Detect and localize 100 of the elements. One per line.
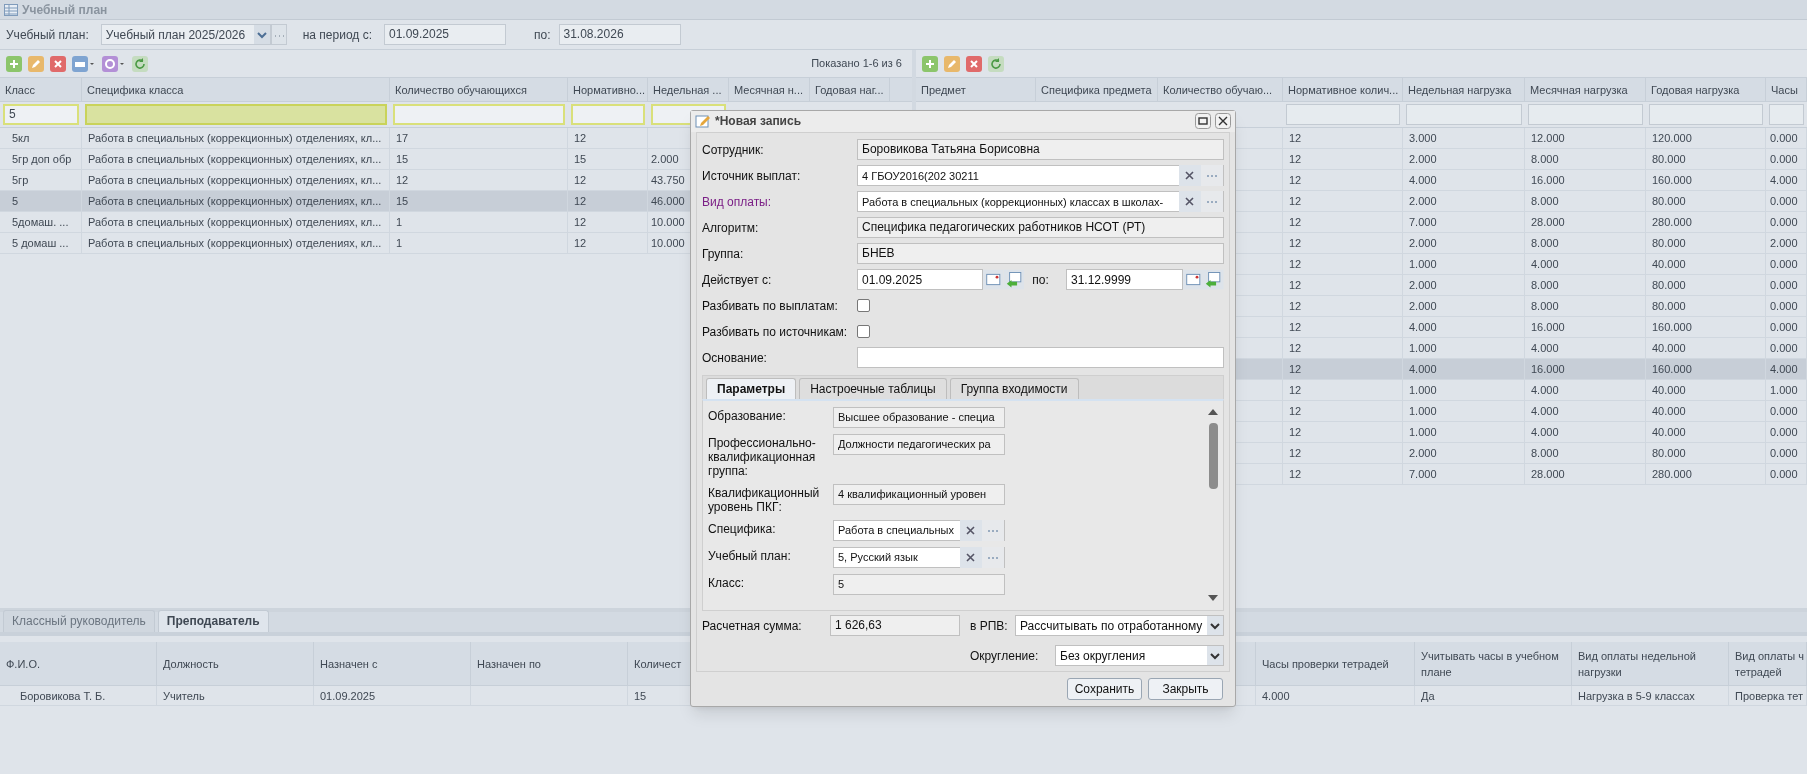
input-field[interactable]: 5, Русский язык [833,546,1005,568]
input-field: Должности педагогических ра [833,433,1005,455]
input-field[interactable] [857,347,1224,369]
dialog-button[interactable]: Сохранить [1067,677,1142,700]
date-field[interactable]: 01.09.2025 [384,24,506,45]
tab[interactable]: Настроечные таблицы [799,377,947,399]
table-cell: 12 [1289,132,1302,144]
input-field[interactable]: 01.09.2025 [857,269,984,291]
column-header[interactable]: Нормативное колич... [1283,78,1403,101]
column-header[interactable]: Нормативно... [568,78,648,101]
reset-date-icon[interactable] [1003,269,1025,291]
add-icon[interactable] [922,55,938,72]
tab[interactable]: Преподаватель [157,610,269,632]
column-header[interactable]: Недельная нагрузка [1403,78,1525,101]
table-cell: 2.000 [1409,279,1437,291]
input-field[interactable]: 31.12.9999 [1065,269,1183,291]
table-cell: 4.000 [1531,405,1559,417]
filter-field[interactable] [1528,104,1643,125]
field-label: Разбивать по источникам: [702,323,849,341]
column-header[interactable]: Количест [634,655,682,672]
clear-icon[interactable] [960,519,982,541]
filter-field[interactable] [1769,104,1804,125]
column-header[interactable]: Назначен с [320,655,378,672]
input-field[interactable]: Работа в специальных [833,519,1005,541]
filter-field[interactable] [1649,104,1763,125]
rpv-combo[interactable]: Рассчитывать по отработанному [1015,615,1224,637]
maximize-icon[interactable] [1195,113,1211,130]
column-header[interactable]: Количество обучаю... [1158,78,1283,101]
close-icon[interactable] [1215,113,1231,130]
reset-date-icon[interactable] [1203,269,1224,291]
checkbox[interactable] [857,325,870,339]
checkbox[interactable] [857,299,870,313]
pencil-icon[interactable] [28,55,44,72]
table-cell: 120.000 [1652,132,1692,144]
table-cell: 1.000 [1409,384,1437,396]
table-cell: 160.000 [1652,363,1692,375]
filter-field[interactable] [571,104,645,125]
table-cell: 12 [574,174,587,186]
tab[interactable]: Параметры [706,377,797,399]
table-cell: 12 [574,237,587,249]
delete-icon[interactable] [966,55,982,72]
column-header[interactable]: Недельная ... [648,78,729,101]
column-header[interactable]: Годовая нагрузка [1646,78,1766,101]
clear-icon[interactable] [1179,191,1201,213]
pencil-icon[interactable] [944,55,960,72]
column-header[interactable]: Предмет [916,78,1036,101]
plan-combo[interactable]: Учебный план 2025/2026 [100,24,271,45]
table-cell: 12 [1289,405,1302,417]
table-cell: 80.000 [1652,279,1686,291]
table-cell: 12 [1289,279,1302,291]
printer-icon[interactable] [72,55,96,72]
clear-icon[interactable] [960,546,982,568]
column-header[interactable]: Количество обучающихся [390,78,568,101]
column-header[interactable]: Вид оплаты недельной нагрузки [1578,647,1722,680]
refresh-icon[interactable] [132,55,148,72]
filter-field[interactable] [393,104,565,125]
input-field[interactable]: 4 ГБОУ2016(202 30211 [857,165,1224,187]
column-header[interactable]: Часы проверки тетрадей [1262,655,1389,672]
filter-field[interactable] [85,104,387,125]
table-cell: 40.000 [1652,426,1686,438]
table-cell: 80.000 [1652,300,1686,312]
filter-field[interactable] [1286,104,1400,125]
column-header[interactable]: Вид оплаты ч тетрадей [1735,647,1805,680]
table-cell: 15 [396,153,409,165]
plan-label: Учебный план: [6,26,89,44]
dialog-button[interactable]: Закрыть [1148,677,1223,700]
filter-field[interactable]: 5 [3,104,79,125]
table-cell: 8.000 [1531,153,1559,165]
column-header[interactable]: Часы [1766,78,1807,101]
column-header[interactable]: Ф.И.О. [6,655,40,672]
table-cell: 0.000 [1770,153,1798,165]
table-cell: 43.750 [651,174,685,186]
table-cell: 12 [1289,321,1302,333]
filter-field[interactable] [1406,104,1522,125]
table-cell: 1 [396,237,403,249]
column-header[interactable]: Назначен по [477,655,541,672]
calendar-icon[interactable] [1182,269,1204,291]
table-cell: 28.000 [1531,216,1565,228]
column-header[interactable]: Учитывать часы в учебном плане [1421,647,1565,680]
add-icon[interactable] [6,55,22,72]
column-header[interactable]: Должность [163,655,219,672]
input-field[interactable]: Работа в специальных (коррекционных) классах в школах- [857,191,1224,213]
rounding-combo[interactable]: Без округления [1055,645,1224,667]
column-header[interactable]: Годовая наг... [810,78,890,101]
table-cell: 160.000 [1652,174,1692,186]
calendar-icon[interactable] [983,269,1004,291]
table-cell: 280.000 [1652,468,1692,480]
column-header[interactable]: Класс [0,78,82,101]
caret-icon [1207,646,1223,666]
table-cell: 0.000 [1770,300,1798,312]
delete-icon[interactable] [50,55,66,72]
gear-icon[interactable] [102,55,126,72]
column-header[interactable]: Месячная нагрузка [1525,78,1646,101]
date-field[interactable]: 31.08.2026 [558,24,681,45]
refresh-icon[interactable] [988,55,1004,72]
column-header[interactable]: Месячная н... [729,78,810,101]
tab[interactable]: Группа входимости [949,377,1079,399]
column-header[interactable]: Специфика класса [82,78,390,101]
column-header[interactable]: Специфика предмета [1036,78,1158,101]
clear-icon[interactable] [1179,165,1201,187]
